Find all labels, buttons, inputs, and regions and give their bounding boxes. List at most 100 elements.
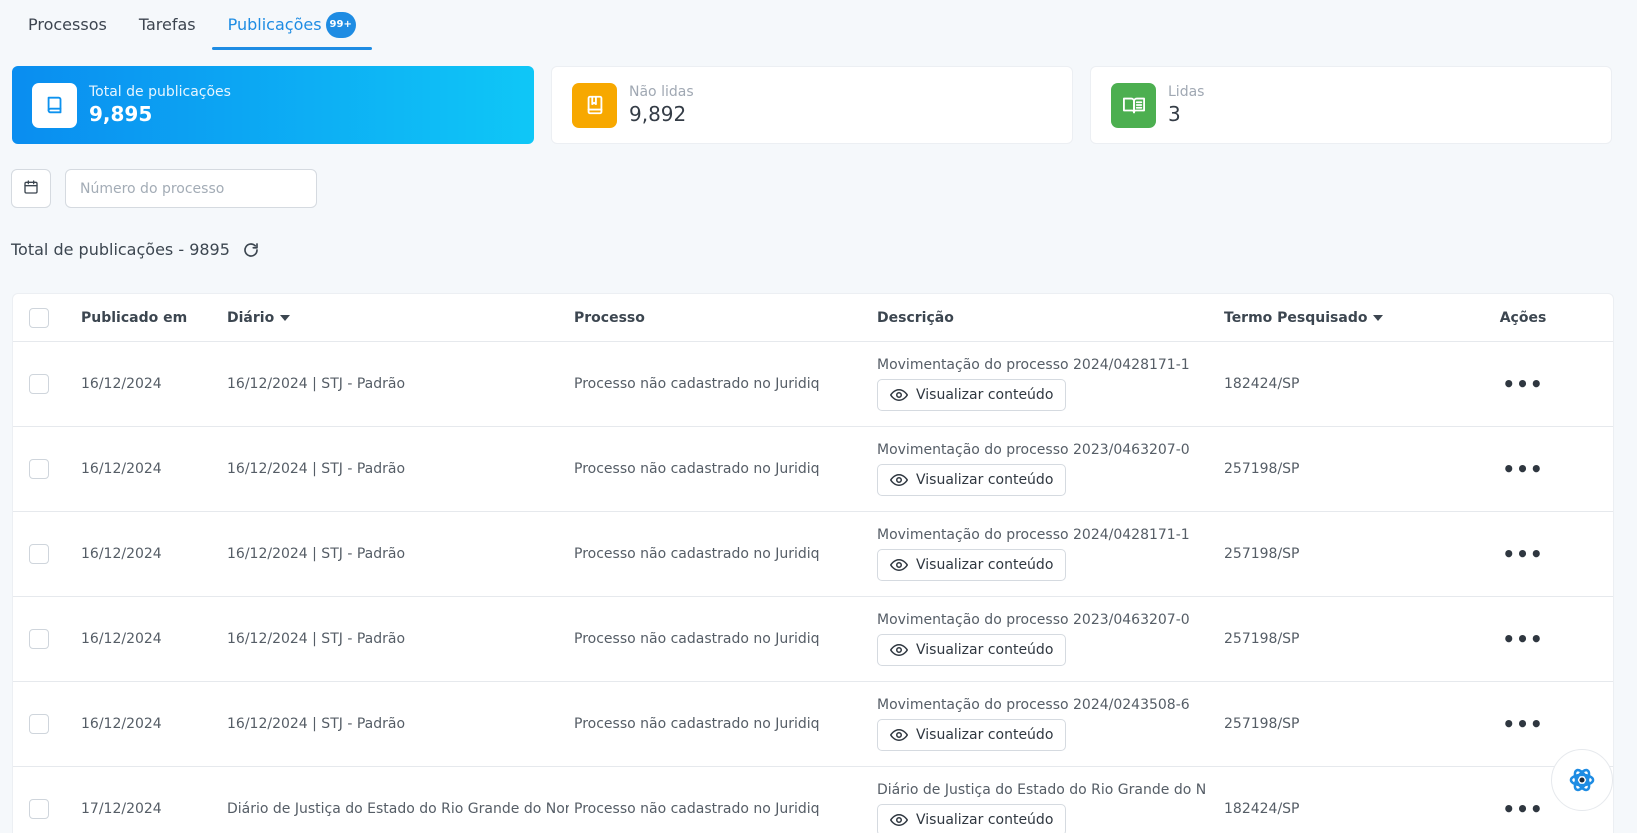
description-cell: Movimentação do processo 2023/0463207-0 … (877, 597, 1207, 681)
row-checkbox[interactable] (29, 799, 49, 819)
stat-label: Não lidas (629, 84, 694, 100)
more-horizontal-icon[interactable]: ••• (1502, 799, 1543, 819)
description-cell: Movimentação do processo 2024/0428171-1 … (877, 512, 1207, 596)
header-published: Publicado em (81, 309, 188, 326)
search-term: 257198/SP (1224, 546, 1300, 562)
header-term[interactable]: Termo Pesquisado (1224, 294, 1384, 341)
eye-icon (890, 388, 908, 402)
header-description: Descrição (877, 309, 954, 326)
description-text: Movimentação do processo 2023/0463207-0 (877, 612, 1190, 628)
actions-cell: ••• (1493, 682, 1553, 766)
actions-cell: ••• (1493, 512, 1553, 596)
tab-label: Publicações (227, 15, 322, 34)
table-row: 16/12/2024 16/12/2024 | STJ - Padrão Pro… (13, 342, 1613, 427)
table-row: 16/12/2024 16/12/2024 | STJ - Padrão Pro… (13, 512, 1613, 597)
tab-tarefas[interactable]: Tarefas (123, 0, 212, 50)
process-status: Processo não cadastrado no Juridiq (574, 631, 819, 647)
published-date: 16/12/2024 (81, 546, 162, 562)
process-status: Processo não cadastrado no Juridiq (574, 376, 819, 392)
header-actions: Ações (1499, 309, 1547, 326)
search-term: 257198/SP (1224, 461, 1300, 477)
table-row: 16/12/2024 16/12/2024 | STJ - Padrão Pro… (13, 682, 1613, 767)
more-horizontal-icon[interactable]: ••• (1502, 459, 1543, 479)
select-all-checkbox[interactable] (29, 307, 49, 328)
row-checkbox[interactable] (29, 374, 49, 394)
total-text: Total de publicações - 9895 (11, 240, 230, 259)
stat-card-read[interactable]: Lidas 3 (1090, 66, 1612, 144)
stat-label: Total de publicações (89, 84, 231, 100)
row-checkbox[interactable] (29, 544, 49, 564)
more-horizontal-icon[interactable]: ••• (1502, 629, 1543, 649)
more-horizontal-icon[interactable]: ••• (1502, 544, 1543, 564)
view-content-button[interactable]: Visualizar conteúdo (877, 464, 1067, 496)
row-checkbox[interactable] (29, 714, 49, 734)
table-header: Publicado em Diário Processo Descrição T… (13, 294, 1613, 342)
description-cell: Diário de Justiça do Estado do Rio Grand… (877, 767, 1207, 833)
view-content-button[interactable]: Visualizar conteúdo (877, 379, 1067, 411)
published-date: 16/12/2024 (81, 716, 162, 732)
search-term: 182424/SP (1224, 801, 1300, 817)
view-content-label: Visualizar conteúdo (916, 812, 1054, 828)
date-filter-button[interactable] (11, 169, 51, 208)
caret-down-icon (280, 314, 291, 321)
diary-name: 16/12/2024 | STJ - Padrão (227, 716, 406, 732)
view-content-label: Visualizar conteúdo (916, 642, 1054, 658)
view-content-label: Visualizar conteúdo (916, 727, 1054, 743)
view-content-button[interactable]: Visualizar conteúdo (877, 804, 1067, 833)
header-diary[interactable]: Diário (227, 294, 569, 341)
view-content-button[interactable]: Visualizar conteúdo (877, 719, 1067, 751)
process-status: Processo não cadastrado no Juridiq (574, 546, 819, 562)
eye-icon (890, 643, 908, 657)
description-cell: Movimentação do processo 2024/0428171-1 … (877, 342, 1207, 426)
stat-card-unread[interactable]: Não lidas 9,892 (551, 66, 1073, 144)
process-status: Processo não cadastrado no Juridiq (574, 801, 819, 817)
assistant-button[interactable] (1551, 749, 1613, 811)
more-horizontal-icon[interactable]: ••• (1502, 374, 1543, 394)
more-horizontal-icon[interactable]: ••• (1502, 714, 1543, 734)
bookmark-book-icon (572, 82, 617, 128)
view-content-button[interactable]: Visualizar conteúdo (877, 634, 1067, 666)
search-term: 182424/SP (1224, 376, 1300, 392)
description-text: Diário de Justiça do Estado do Rio Grand… (877, 782, 1207, 798)
description-text: Movimentação do processo 2024/0428171-1 (877, 357, 1190, 373)
assistant-logo-icon (1565, 763, 1599, 797)
stat-value: 3 (1168, 102, 1181, 126)
diary-name: 16/12/2024 | STJ - Padrão (227, 376, 406, 392)
table-row: 16/12/2024 16/12/2024 | STJ - Padrão Pro… (13, 597, 1613, 682)
stat-card-total[interactable]: Total de publicações 9,895 (12, 66, 534, 144)
description-text: Movimentação do processo 2024/0428171-1 (877, 527, 1190, 543)
refresh-icon[interactable] (242, 241, 260, 259)
table-row: 17/12/2024 Diário de Justiça do Estado d… (13, 767, 1613, 833)
publications-table: Publicado em Diário Processo Descrição T… (12, 293, 1614, 833)
header-diary-label: Diário (227, 309, 275, 326)
search-term: 257198/SP (1224, 631, 1300, 647)
tab-label: Tarefas (138, 15, 196, 34)
actions-cell: ••• (1493, 427, 1553, 511)
eye-icon (890, 558, 908, 572)
caret-down-icon (1373, 314, 1384, 321)
diary-name: 16/12/2024 | STJ - Padrão (227, 546, 406, 562)
tab-publicacoes[interactable]: Publicações 99+ (211, 0, 373, 50)
eye-icon (890, 813, 908, 827)
process-status: Processo não cadastrado no Juridiq (574, 716, 819, 732)
row-checkbox-cell (29, 427, 49, 511)
row-checkbox-cell (29, 682, 49, 766)
process-number-input[interactable] (65, 169, 317, 208)
diary-name: 16/12/2024 | STJ - Padrão (227, 631, 406, 647)
row-checkbox-cell (29, 512, 49, 596)
actions-cell: ••• (1493, 767, 1553, 833)
row-checkbox[interactable] (29, 629, 49, 649)
view-content-label: Visualizar conteúdo (916, 387, 1054, 403)
row-checkbox-cell (29, 597, 49, 681)
row-checkbox[interactable] (29, 459, 49, 479)
tab-processos[interactable]: Processos (12, 0, 123, 50)
stat-label: Lidas (1168, 84, 1205, 100)
published-date: 17/12/2024 (81, 801, 162, 817)
header-process: Processo (574, 309, 645, 326)
table-row: 16/12/2024 16/12/2024 | STJ - Padrão Pro… (13, 427, 1613, 512)
diary-name: 16/12/2024 | STJ - Padrão (227, 461, 406, 477)
description-text: Movimentação do processo 2023/0463207-0 (877, 442, 1190, 458)
view-content-button[interactable]: Visualizar conteúdo (877, 549, 1067, 581)
process-status: Processo não cadastrado no Juridiq (574, 461, 819, 477)
table-body: 16/12/2024 16/12/2024 | STJ - Padrão Pro… (13, 342, 1613, 833)
